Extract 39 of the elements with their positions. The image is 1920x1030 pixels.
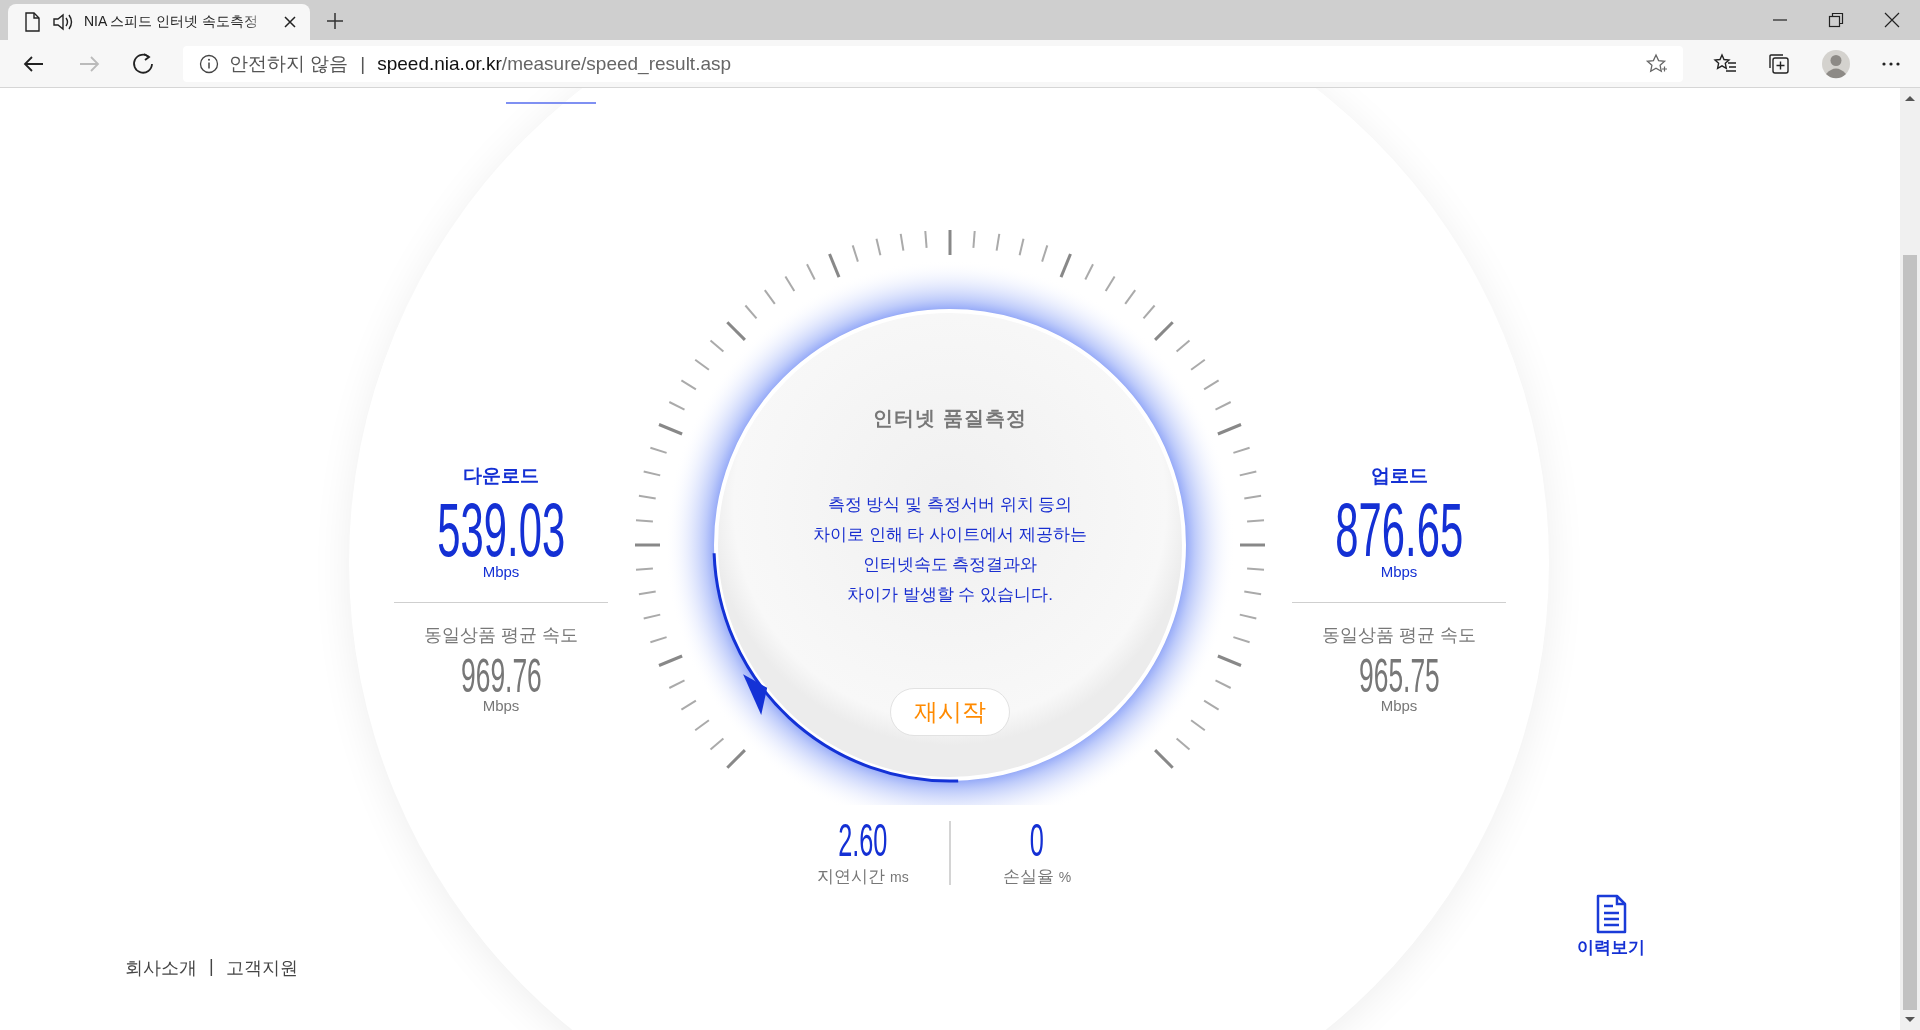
- refresh-icon[interactable]: [132, 51, 156, 76]
- security-label[interactable]: 안전하지 않음: [229, 50, 349, 77]
- info-icon[interactable]: [199, 53, 219, 74]
- close-icon[interactable]: [282, 14, 298, 30]
- dial-title: 인터넷 품질측정: [873, 406, 1027, 431]
- stat-value: 0: [1029, 817, 1045, 863]
- scroll-up-icon[interactable]: [1904, 94, 1916, 102]
- footer-link[interactable]: 회사소개: [125, 956, 197, 980]
- average-label: 동일상품 평균 속도: [1322, 624, 1476, 647]
- close-icon[interactable]: [1884, 12, 1900, 28]
- footer-link[interactable]: 고객지원: [225, 956, 298, 980]
- collections-icon[interactable]: [1767, 51, 1791, 76]
- speaker-icon[interactable]: [52, 11, 74, 33]
- scrollbar[interactable]: [1900, 88, 1920, 1030]
- document-icon: [1594, 894, 1628, 934]
- stat-label: 손실율 %: [1002, 866, 1072, 888]
- more-icon[interactable]: [1881, 60, 1901, 67]
- address-field[interactable]: 안전하지 않음 | speed.nia.or.kr/measure/speed_result.asp: [183, 45, 1683, 82]
- page-icon: [22, 11, 42, 33]
- favorites-icon[interactable]: [1713, 52, 1737, 75]
- stat-value: 2.60: [838, 817, 888, 863]
- new-tab-icon[interactable]: [326, 12, 344, 30]
- profile-avatar-icon[interactable]: [1821, 48, 1851, 79]
- separator: |: [209, 956, 214, 978]
- average-label: 동일상품 평균 속도: [424, 624, 578, 647]
- notice-text: 측정 방식 및 측정서버 위치 등의 차이로 인해 타 사이트에서 제공하는 인터넷속도 측정결과와 차이가 발생할 수 있습니다.: [813, 494, 1087, 606]
- history-button[interactable]: 이력보기: [1577, 894, 1645, 959]
- separator: |: [360, 52, 366, 75]
- scroll-down-icon[interactable]: [1904, 1016, 1916, 1024]
- tab-title: NIA 스피드 인터넷 속도측정: [84, 13, 260, 31]
- speed-label: 다운로드: [463, 464, 539, 488]
- restore-icon[interactable]: [1828, 12, 1844, 28]
- stat-label: 지연시간 ms: [817, 866, 909, 888]
- browser-tab[interactable]: NIA 스피드 인터넷 속도측정: [8, 4, 310, 40]
- favorite-star-icon[interactable]: [1645, 52, 1669, 75]
- speed-label: 업로드: [1370, 464, 1428, 488]
- url-text: speed.nia.or.kr/measure/speed_result.asp: [377, 52, 732, 75]
- scrollbar-thumb[interactable]: [1903, 255, 1917, 1010]
- pointer-icon: [743, 674, 768, 715]
